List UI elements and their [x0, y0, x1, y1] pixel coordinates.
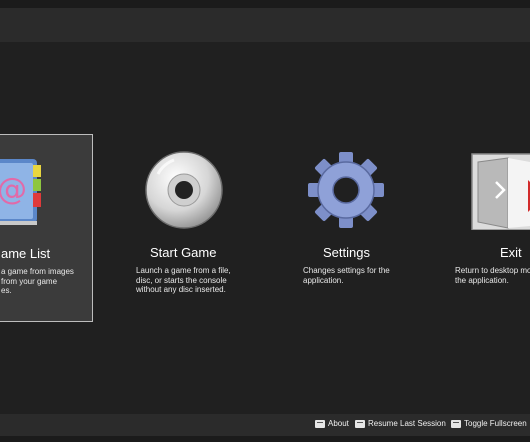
start-game-title: Start Game [150, 245, 217, 260]
exit-title: Exit [500, 245, 522, 260]
disc-icon [145, 151, 223, 229]
keyboard-key-icon [355, 419, 365, 428]
settings-tile[interactable]: Settings Changes settings for the applic… [298, 134, 408, 322]
footer-bar: About Resume Last Session Toggle Fullscr… [0, 414, 530, 436]
address-book-icon: @ [0, 159, 41, 225]
door-exit-icon [471, 153, 530, 230]
game-list-title: ame List [1, 246, 51, 261]
keyboard-key-icon [315, 419, 325, 428]
toggle-fullscreen-hint[interactable]: Toggle Fullscreen [451, 419, 527, 428]
start-game-tile[interactable]: Start Game Launch a game from a file, di… [130, 134, 240, 322]
svg-text:@: @ [0, 172, 27, 207]
exit-tile[interactable]: Exit Return to desktop mo the applicatio… [450, 134, 530, 322]
game-list-desc: a game from images from your game es. [1, 267, 74, 296]
game-list-tile[interactable]: @ ame List a game from images from your … [0, 134, 93, 322]
fullscreen-label: Toggle Fullscreen [464, 419, 527, 428]
top-strip [0, 0, 530, 8]
main-menu: @ ame List a game from images from your … [0, 42, 530, 414]
resume-label: Resume Last Session [368, 419, 446, 428]
bottom-edge [0, 436, 530, 442]
keyboard-key-icon [451, 419, 461, 428]
about-hint[interactable]: About [315, 419, 349, 428]
start-game-desc: Launch a game from a file, disc, or star… [136, 266, 231, 295]
header-bar [0, 8, 530, 42]
about-label: About [328, 419, 349, 428]
resume-last-session-hint[interactable]: Resume Last Session [355, 419, 446, 428]
exit-desc: Return to desktop mo the application. [455, 266, 530, 285]
gear-icon [308, 152, 384, 228]
settings-desc: Changes settings for the application. [303, 266, 390, 285]
settings-title: Settings [323, 245, 370, 260]
